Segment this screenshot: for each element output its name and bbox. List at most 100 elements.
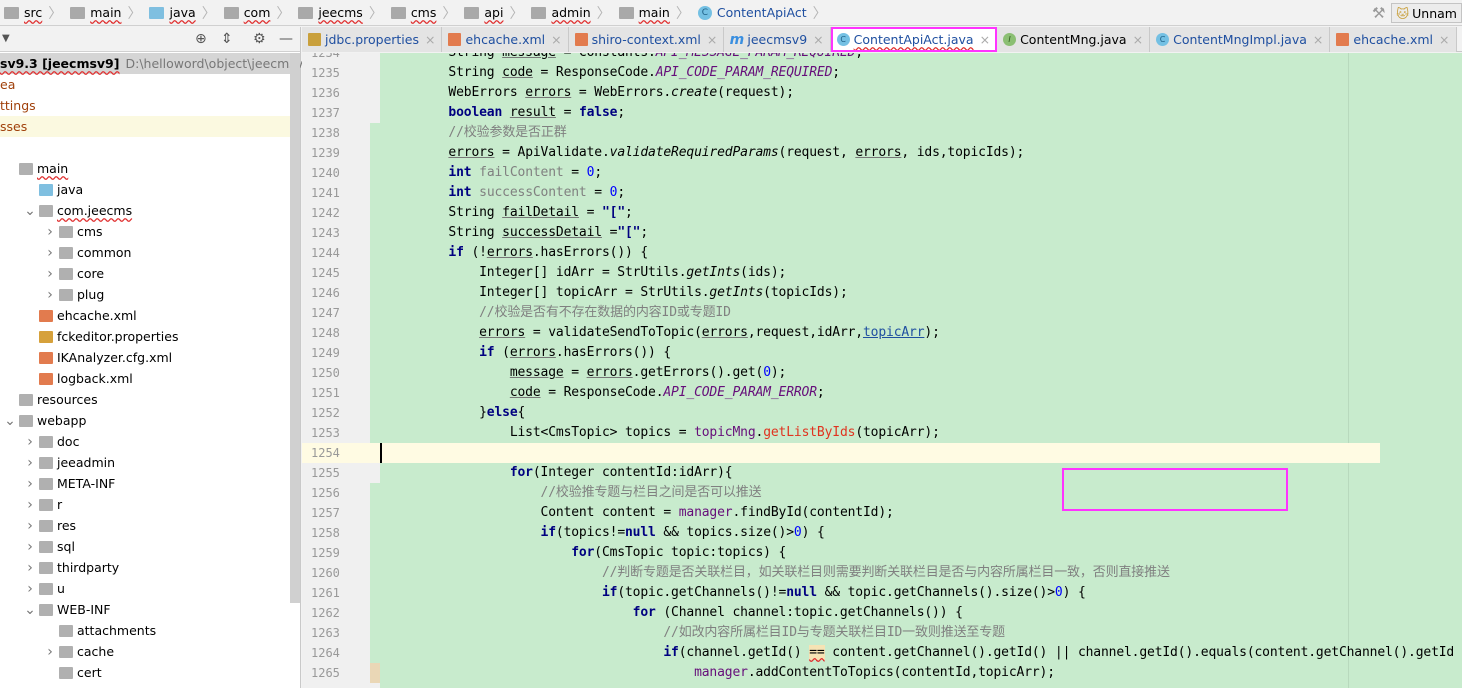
- chevron-icon[interactable]: ›: [24, 476, 36, 492]
- tree-item[interactable]: › thirdparty: [0, 557, 290, 578]
- code-line[interactable]: for(Integer contentId:idArr){: [387, 463, 1462, 483]
- code-line[interactable]: if (errors.hasErrors()) {: [387, 343, 1462, 363]
- code-line[interactable]: }else{: [387, 403, 1462, 423]
- chevron-icon[interactable]: ›: [44, 245, 56, 261]
- close-icon[interactable]: ×: [980, 32, 990, 47]
- code-line[interactable]: String successDetail ="[";: [387, 223, 1462, 243]
- run-configuration-select[interactable]: 🐱 Unnam: [1391, 3, 1462, 23]
- tab-contentmng-java[interactable]: I ContentMng.java ×: [997, 27, 1151, 52]
- close-icon[interactable]: ×: [813, 32, 823, 47]
- tree-item[interactable]: main: [0, 158, 290, 179]
- tab-ehcache-xml[interactable]: ehcache.xml ×: [442, 27, 569, 52]
- chevron-icon[interactable]: ›: [24, 560, 36, 576]
- tree-item[interactable]: ⌄ webapp: [0, 410, 290, 431]
- code-editor[interactable]: 1234 1235 1236 1237 1238 1239 1240 1241 1242 1243…: [302, 53, 1462, 688]
- breadcrumb-item[interactable]: api 〉: [460, 0, 527, 26]
- tab-contentmngimpl-java[interactable]: C ContentMngImpl.java ×: [1150, 27, 1331, 52]
- code-line[interactable]: if(channel.getId() == content.getChannel…: [387, 643, 1462, 663]
- code-line[interactable]: Content content = manager.findById(conte…: [387, 503, 1462, 523]
- chevron-icon[interactable]: ›: [24, 581, 36, 597]
- code-line[interactable]: String failDetail = "[";: [387, 203, 1462, 223]
- tab-jdbc-properties[interactable]: jdbc.properties ×: [302, 27, 443, 52]
- chevron-icon[interactable]: ⌄: [24, 203, 36, 219]
- tree-item[interactable]: › core: [0, 263, 290, 284]
- breadcrumb-item[interactable]: admin 〉: [527, 0, 614, 26]
- code-line[interactable]: boolean result = false;: [387, 103, 1462, 123]
- code-line[interactable]: errors = validateSendToTopic(errors,requ…: [387, 323, 1462, 343]
- tree-item[interactable]: [0, 137, 290, 158]
- tree-item[interactable]: › jeeadmin: [0, 452, 290, 473]
- chevron-icon[interactable]: ›: [24, 497, 36, 513]
- code-line[interactable]: [380, 443, 1380, 463]
- code-line[interactable]: //校验参数是否正群: [387, 123, 1462, 143]
- code-line[interactable]: WebErrors errors = WebErrors.create(requ…: [387, 83, 1462, 103]
- tree-item[interactable]: cert: [0, 662, 290, 683]
- code-line[interactable]: int failContent = 0;: [387, 163, 1462, 183]
- close-icon[interactable]: ×: [707, 32, 717, 47]
- breadcrumb-item[interactable]: java 〉: [145, 0, 219, 26]
- tree-item[interactable]: ⌄ com.jeecms: [0, 200, 290, 221]
- chevron-icon[interactable]: ›: [44, 266, 56, 282]
- chevron-icon[interactable]: ›: [44, 644, 56, 660]
- code-line[interactable]: String message = Constants.API_MESSAGE_P…: [387, 53, 1462, 63]
- tree-item[interactable]: ehcache.xml: [0, 305, 290, 326]
- chevron-icon[interactable]: ⌄: [24, 602, 36, 618]
- tree-item[interactable]: sses: [0, 116, 290, 137]
- code-line[interactable]: if(topic.getChannels()!=null && topic.ge…: [387, 583, 1462, 603]
- breadcrumb-item[interactable]: main 〉: [66, 0, 145, 26]
- chevron-icon[interactable]: ⌄: [4, 413, 16, 429]
- locate-icon[interactable]: ⊕: [195, 31, 207, 47]
- close-icon[interactable]: ×: [1133, 32, 1143, 47]
- breadcrumb-item[interactable]: com 〉: [220, 0, 295, 26]
- close-icon[interactable]: ×: [1439, 32, 1449, 47]
- code-line[interactable]: for (Channel channel:topic.getChannels()…: [387, 603, 1462, 623]
- code-line[interactable]: for(CmsTopic topic:topics) {: [387, 543, 1462, 563]
- tree-item[interactable]: logback.xml: [0, 368, 290, 389]
- code-line[interactable]: //判断专题是否关联栏目，如关联栏目则需要判断关联栏目是否与内容所属栏目一致，否…: [387, 563, 1462, 583]
- close-icon[interactable]: ×: [425, 32, 435, 47]
- chevron-icon[interactable]: ›: [44, 224, 56, 240]
- code-line[interactable]: List<CmsTopic> topics = topicMng.getList…: [387, 423, 1462, 443]
- view-dropdown-icon[interactable]: ▼: [2, 33, 10, 44]
- code-line[interactable]: //校验是否有不存在数据的内容ID或专题ID: [387, 303, 1462, 323]
- tree-item[interactable]: java: [0, 179, 290, 200]
- chevron-icon[interactable]: ›: [44, 287, 56, 303]
- code-line[interactable]: code = ResponseCode.API_CODE_PARAM_ERROR…: [387, 383, 1462, 403]
- chevron-icon[interactable]: ›: [24, 518, 36, 534]
- tree-item[interactable]: › sql: [0, 536, 290, 557]
- breadcrumb-item[interactable]: src 〉: [0, 0, 66, 26]
- tree-item[interactable]: fckeditor.properties: [0, 326, 290, 347]
- sidebar-scrollbar[interactable]: [290, 53, 300, 603]
- tree-item[interactable]: IKAnalyzer.cfg.xml: [0, 347, 290, 368]
- tree-item[interactable]: › r: [0, 494, 290, 515]
- tab-shiro-context-xml[interactable]: shiro-context.xml ×: [568, 27, 725, 52]
- tree-item[interactable]: ea: [0, 74, 290, 95]
- hide-icon[interactable]: —: [279, 31, 293, 47]
- breadcrumb-item[interactable]: jeecms 〉: [294, 0, 386, 26]
- tree-item[interactable]: › common: [0, 242, 290, 263]
- code-line[interactable]: if (!errors.hasErrors()) {: [387, 243, 1462, 263]
- code-line[interactable]: int successContent = 0;: [387, 183, 1462, 203]
- code-line[interactable]: manager.addContentToTopics(contentId,top…: [387, 663, 1462, 683]
- code-line[interactable]: if(topics!=null && topics.size()>0) {: [387, 523, 1462, 543]
- chevron-icon[interactable]: ›: [24, 539, 36, 555]
- tree-item[interactable]: › res: [0, 515, 290, 536]
- chevron-icon[interactable]: ›: [24, 434, 36, 450]
- gear-icon[interactable]: ⚙: [253, 31, 266, 47]
- tree-item[interactable]: sv9.3 [jeecmsv9] D:\helloword\object\jeec…: [0, 53, 323, 74]
- tab-jeecmsv9[interactable]: m jeecmsv9 ×: [724, 27, 831, 52]
- tree-item[interactable]: resources: [0, 389, 290, 410]
- code-line[interactable]: Integer[] topicArr = StrUtils.getInts(to…: [387, 283, 1462, 303]
- breadcrumb-item[interactable]: main 〉: [615, 0, 694, 26]
- code-line[interactable]: message = errors.getErrors().get(0);: [387, 363, 1462, 383]
- tree-item[interactable]: ttings: [0, 95, 290, 116]
- tree-item[interactable]: attachments: [0, 620, 290, 641]
- code-line[interactable]: //校验推专题与栏目之间是否可以推送: [387, 483, 1462, 503]
- build-hammer-icon[interactable]: ⚒: [1372, 4, 1385, 22]
- tree-item[interactable]: ⌄ WEB-INF: [0, 599, 290, 620]
- tree-item[interactable]: › doc: [0, 431, 290, 452]
- code-line[interactable]: //如改内容所属栏目ID与专题关联栏目ID一致则推送至专题: [387, 623, 1462, 643]
- close-icon[interactable]: ×: [1313, 32, 1323, 47]
- code-line[interactable]: String code = ResponseCode.API_CODE_PARA…: [387, 63, 1462, 83]
- tree-item[interactable]: › cache: [0, 641, 290, 662]
